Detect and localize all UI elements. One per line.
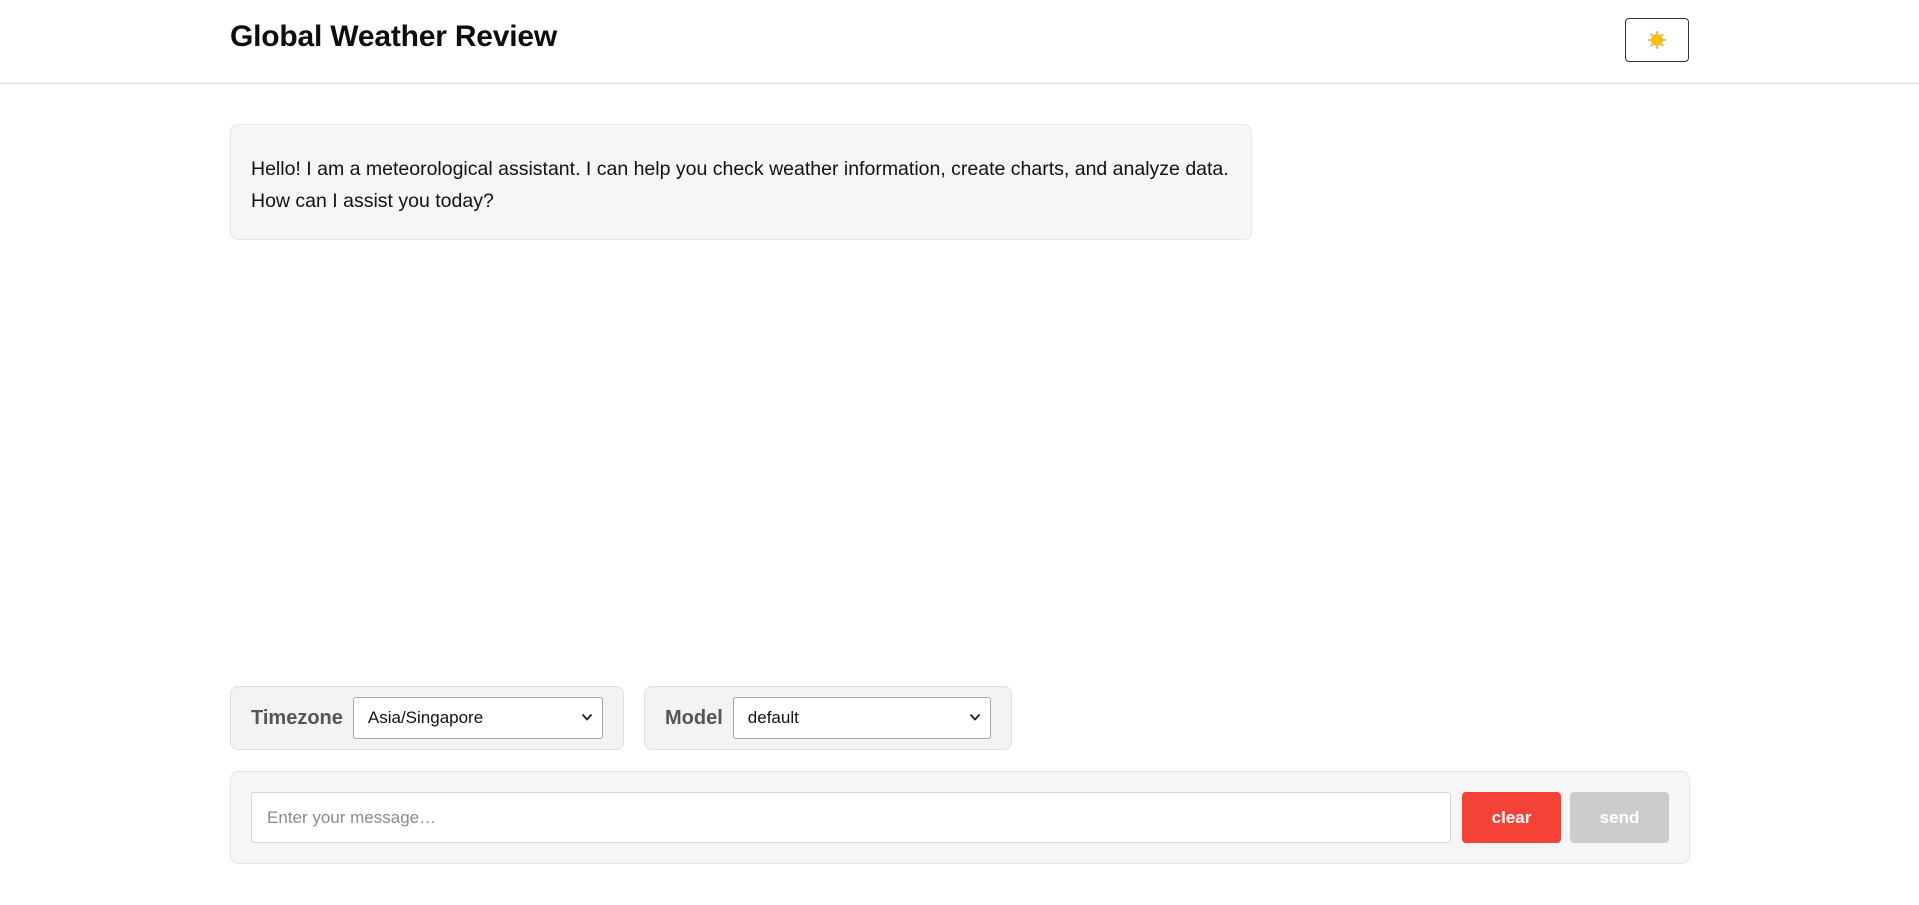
model-label: Model — [665, 706, 723, 729]
chevron-down-icon — [969, 714, 980, 721]
sun-icon — [1648, 31, 1666, 49]
timezone-selected-value: Asia/Singapore — [367, 708, 484, 727]
top-bar: Global Weather Review — [0, 0, 1919, 84]
model-select[interactable]: default — [732, 697, 991, 739]
app-title: Global Weather Review — [230, 20, 558, 53]
model-group: Model default — [644, 686, 1012, 750]
message-input[interactable] — [251, 792, 1451, 843]
send-button[interactable]: send — [1570, 792, 1669, 843]
model-selected-value: default — [747, 708, 799, 727]
timezone-label: Timezone — [251, 706, 343, 729]
timezone-select[interactable]: Asia/Singapore — [352, 697, 603, 739]
theme-toggle-button[interactable] — [1625, 18, 1689, 62]
assistant-message: Hello! I am a meteorological assistant. … — [230, 124, 1252, 240]
chevron-down-icon — [581, 714, 592, 721]
assistant-message-text: Hello! I am a meteorological assistant. … — [251, 158, 1229, 212]
clear-button[interactable]: clear — [1462, 792, 1561, 843]
timezone-group: Timezone Asia/Singapore — [230, 686, 624, 750]
message-composer: clear send — [230, 771, 1690, 864]
